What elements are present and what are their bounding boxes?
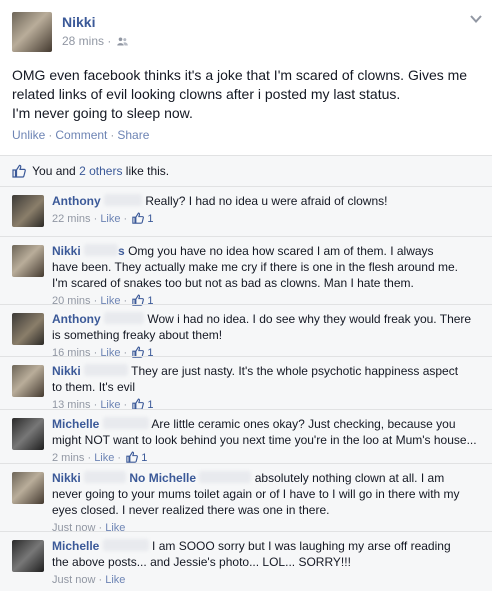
chevron-down-icon[interactable] [470, 14, 482, 24]
comment-item: Michelle Are little ceramic ones okay? J… [0, 409, 492, 464]
facebook-post: Nikki 28 mins · OMG even facebook thinks… [0, 0, 492, 591]
comment-text: to them. It's evil [52, 380, 135, 394]
post-text-line: OMG even facebook thinks it's a joke tha… [12, 67, 468, 83]
commenter-avatar[interactable] [12, 313, 44, 345]
comment-like-link[interactable]: Like [105, 574, 125, 586]
comment-author[interactable]: Nikki [52, 244, 81, 258]
comment-tag[interactable]: No Michelle [129, 471, 196, 485]
comment-like-link[interactable]: Like [100, 213, 120, 225]
comment-text: I'm scared of snakes too but not as bad … [52, 276, 414, 290]
comment-item: Anthony Wow i had no idea. I do see why … [0, 304, 492, 359]
comment-author[interactable]: Michelle [52, 539, 99, 553]
comment-link[interactable]: Comment [55, 128, 107, 142]
post-actions: Unlike · Comment · Share [12, 128, 149, 142]
redacted-name [84, 364, 129, 376]
comment-text: never going to your mums toilet again or… [52, 487, 460, 501]
comment-text: Wow i had no idea. I do see why they wou… [147, 312, 472, 326]
comment-item: Michelle I am SOOO sorry but I was laugh… [0, 531, 492, 591]
comments-section: You and 2 others like this. Anthony Real… [0, 155, 492, 591]
comment-item: Nikki No Michelle absolutely nothing clo… [0, 463, 492, 534]
post-timestamp[interactable]: 28 mins [62, 34, 104, 48]
redacted-name [84, 471, 127, 483]
share-link[interactable]: Share [117, 128, 149, 142]
likes-suffix: like this. [125, 164, 170, 178]
thumbs-up-icon [12, 164, 26, 178]
comment-text: I am SOOO sorry but I was laughing my ar… [152, 539, 451, 553]
post-meta: 28 mins · [62, 34, 128, 48]
comment-text: have been. They actually make me cry if … [52, 260, 458, 274]
comment-text: Are little ceramic ones okay? Just check… [151, 417, 456, 431]
comment-author[interactable]: Michelle [52, 417, 99, 431]
comment-item: Nikki They are just nasty. It's the whol… [0, 356, 492, 411]
post-text-line: related links of evil looking clowns aft… [12, 86, 401, 102]
redacted-name [102, 417, 149, 429]
comment-text: the above posts... and Jessie's photo...… [52, 555, 351, 569]
redacted-name [102, 539, 149, 551]
redacted-name [199, 471, 252, 483]
comment-author-tail[interactable]: s [118, 244, 125, 258]
post-header: Nikki 28 mins · [12, 12, 482, 54]
redacted-name [104, 194, 142, 206]
comment-like-count[interactable]: 1 [147, 213, 153, 225]
commenter-avatar[interactable] [12, 365, 44, 397]
likes-others-link[interactable]: 2 others [79, 164, 122, 178]
author-avatar[interactable] [12, 12, 52, 52]
comment-text: They are just nasty. It's the whole psyc… [131, 364, 459, 378]
comment-timestamp[interactable]: Just now [52, 574, 95, 586]
comment-text: is something freaky about them! [52, 328, 223, 342]
post-author-name[interactable]: Nikki [62, 14, 95, 30]
thumbs-up-icon [126, 451, 139, 463]
comment-item: Anthony Really? I had no idea u were afr… [0, 186, 492, 236]
commenter-avatar[interactable] [12, 245, 44, 277]
friends-icon[interactable] [117, 37, 128, 46]
commenter-avatar[interactable] [12, 472, 44, 504]
meta-separator: · [107, 34, 112, 48]
comment-author[interactable]: Nikki [52, 471, 81, 485]
unlike-link[interactable]: Unlike [12, 128, 45, 142]
comment-timestamp[interactable]: 22 mins [52, 213, 91, 225]
commenter-avatar[interactable] [12, 540, 44, 572]
post-text: OMG even facebook thinks it's a joke tha… [12, 66, 482, 123]
action-separator: · [48, 128, 53, 142]
post-text-line: I'm never going to sleep now. [12, 105, 193, 121]
comment-meta: 22 mins · Like · 1 [52, 212, 154, 225]
comment-text: Really? I had no idea u were afraid of c… [145, 194, 388, 208]
comment-item: Nikki s Omg you have no idea how scared … [0, 236, 492, 307]
action-separator: · [110, 128, 115, 142]
comment-text: might NOT want to look behind you next t… [52, 433, 477, 447]
redacted-name [84, 244, 119, 256]
commenter-avatar[interactable] [12, 195, 44, 227]
comment-meta: Just now · Like [52, 574, 126, 586]
comment-text: eyes closed. I never realized there was … [52, 503, 330, 517]
likes-you-and: You and [32, 164, 76, 178]
thumbs-up-icon [132, 212, 145, 224]
redacted-name [104, 312, 144, 324]
comment-text: absolutely nothing clown at all. I am [254, 471, 445, 485]
comment-author[interactable]: Anthony [52, 194, 101, 208]
comment-author[interactable]: Anthony [52, 312, 101, 326]
comment-author[interactable]: Nikki [52, 364, 81, 378]
likes-summary: You and 2 others like this. [12, 164, 169, 182]
comment-text: Omg you have no idea how scared I am of … [128, 244, 434, 258]
commenter-avatar[interactable] [12, 418, 44, 450]
